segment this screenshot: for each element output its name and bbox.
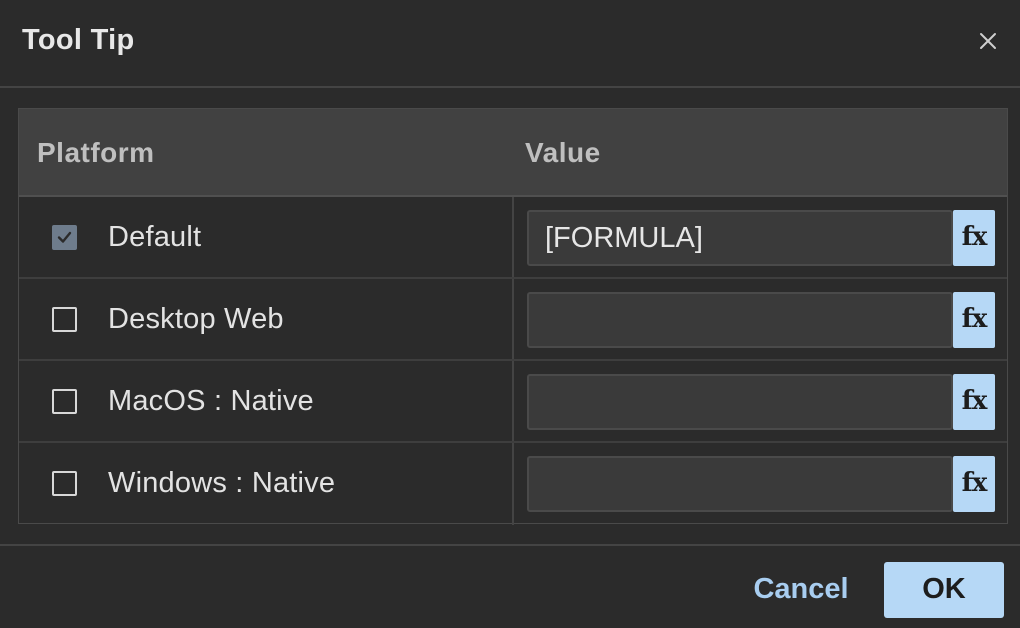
platform-label: Windows : Native bbox=[108, 467, 336, 499]
table-header: Platform Value bbox=[19, 109, 1007, 197]
platform-value-table: Platform Value Default fx Desktop Web fx bbox=[18, 108, 1008, 525]
fx-icon: fx bbox=[961, 386, 988, 416]
fx-icon: fx bbox=[961, 222, 988, 252]
value-input-macos-native[interactable] bbox=[527, 374, 953, 430]
dialog-title: Tool Tip bbox=[22, 24, 135, 56]
header-divider bbox=[0, 86, 1020, 88]
value-column-header: Value bbox=[525, 137, 601, 168]
platform-checkbox-windows-native[interactable] bbox=[52, 471, 77, 496]
table-row: Windows : Native fx bbox=[19, 443, 1007, 525]
platform-label: Desktop Web bbox=[108, 303, 284, 335]
checkmark-icon bbox=[57, 231, 72, 243]
platform-label: Default bbox=[108, 221, 202, 253]
dialog-header: Tool Tip bbox=[0, 0, 1020, 86]
platform-checkbox-desktop-web[interactable] bbox=[52, 307, 77, 332]
fx-icon: fx bbox=[961, 468, 988, 498]
column-divider bbox=[512, 443, 514, 525]
ok-button[interactable]: OK bbox=[884, 562, 1004, 618]
tool-tip-dialog: Tool Tip Platform Value Default fx bbox=[0, 0, 1020, 628]
cancel-label: Cancel bbox=[753, 573, 849, 605]
platform-label: MacOS : Native bbox=[108, 385, 314, 417]
platform-column-header: Platform bbox=[37, 137, 155, 168]
value-input-default[interactable] bbox=[527, 210, 953, 266]
close-button[interactable] bbox=[970, 24, 1006, 58]
footer-divider bbox=[0, 544, 1020, 546]
ok-label: OK bbox=[922, 573, 966, 605]
value-input-windows-native[interactable] bbox=[527, 456, 953, 512]
column-divider bbox=[512, 279, 514, 359]
table-row: Desktop Web fx bbox=[19, 279, 1007, 361]
formula-button[interactable]: fx bbox=[953, 210, 995, 266]
table-row: Default fx bbox=[19, 197, 1007, 279]
table-row: MacOS : Native fx bbox=[19, 361, 1007, 443]
formula-button[interactable]: fx bbox=[953, 292, 995, 348]
formula-button[interactable]: fx bbox=[953, 456, 995, 512]
column-divider bbox=[512, 361, 514, 441]
value-input-desktop-web[interactable] bbox=[527, 292, 953, 348]
column-divider bbox=[512, 197, 514, 277]
formula-button[interactable]: fx bbox=[953, 374, 995, 430]
platform-checkbox-default[interactable] bbox=[52, 225, 77, 250]
fx-icon: fx bbox=[961, 304, 988, 334]
cancel-button[interactable]: Cancel bbox=[742, 564, 860, 616]
close-icon bbox=[980, 33, 996, 49]
platform-checkbox-macos-native[interactable] bbox=[52, 389, 77, 414]
